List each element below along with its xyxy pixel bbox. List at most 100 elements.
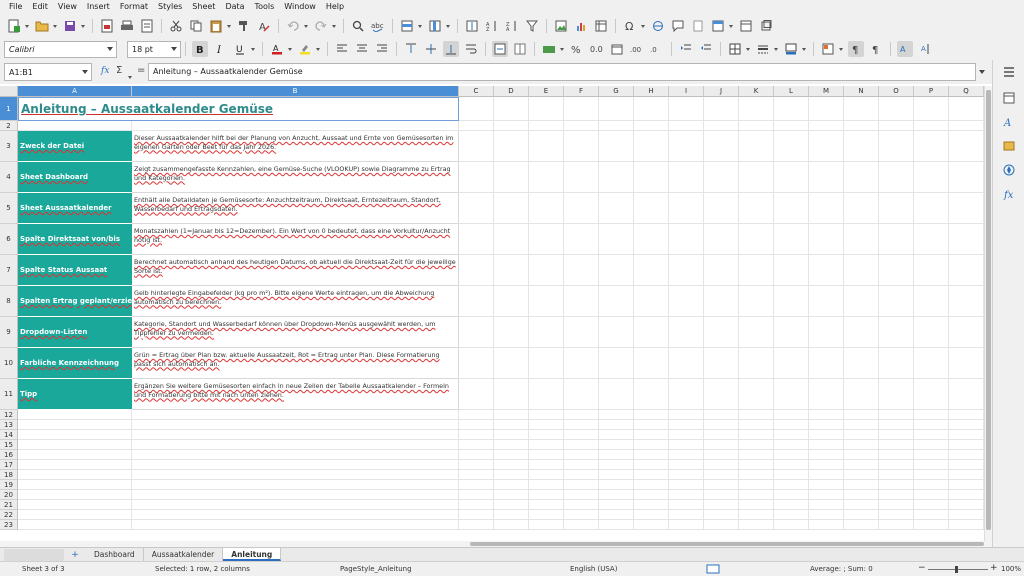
print-icon[interactable] bbox=[119, 18, 135, 34]
date-format-icon[interactable] bbox=[609, 41, 625, 57]
expand-formula-icon[interactable] bbox=[978, 68, 986, 76]
zoom-slider[interactable] bbox=[928, 569, 988, 570]
description-cell[interactable]: Grün = Ertrag über Plan bzw. aktuelle Au… bbox=[132, 348, 459, 379]
underline-icon[interactable]: U bbox=[232, 41, 248, 57]
horizontal-scroll-thumb[interactable] bbox=[470, 542, 984, 546]
column-header-a[interactable]: A bbox=[18, 86, 132, 97]
highlighting-color-icon[interactable] bbox=[297, 41, 313, 57]
highlighting-dropdown[interactable] bbox=[315, 41, 321, 57]
insert-image-icon[interactable] bbox=[553, 18, 569, 34]
properties-icon[interactable] bbox=[1001, 90, 1017, 106]
styles-icon[interactable]: A bbox=[1001, 114, 1017, 130]
hyperlink-icon[interactable] bbox=[650, 18, 666, 34]
column-header-q[interactable]: Q bbox=[949, 86, 984, 97]
align-right-icon[interactable] bbox=[374, 41, 390, 57]
row-header-14[interactable]: 14 bbox=[0, 430, 18, 440]
row-header-9[interactable]: 9 bbox=[0, 317, 18, 348]
new-dropdown[interactable] bbox=[24, 18, 30, 34]
insert-chart-icon[interactable] bbox=[573, 18, 589, 34]
comment-icon[interactable] bbox=[670, 18, 686, 34]
unmerge-icon[interactable] bbox=[512, 41, 528, 57]
row-header-2[interactable]: 2 bbox=[0, 121, 18, 131]
label-cell[interactable]: Sheet Dashboard bbox=[18, 162, 132, 193]
border-style-dropdown[interactable] bbox=[773, 41, 779, 57]
row-header-15[interactable]: 15 bbox=[0, 440, 18, 450]
row-header-21[interactable]: 21 bbox=[0, 500, 18, 510]
borders-dropdown[interactable] bbox=[745, 41, 751, 57]
conditional-format-icon[interactable] bbox=[820, 41, 836, 57]
label-cell[interactable]: Tipp bbox=[18, 379, 132, 410]
align-top-icon[interactable] bbox=[403, 41, 419, 57]
bold-icon[interactable]: B bbox=[192, 41, 208, 57]
label-cell[interactable]: Sheet Aussaatkalender bbox=[18, 193, 132, 224]
row-header-20[interactable]: 20 bbox=[0, 490, 18, 500]
cut-icon[interactable] bbox=[168, 18, 184, 34]
menu-help[interactable]: Help bbox=[321, 0, 349, 14]
description-cell[interactable]: Gelb hinterlegte Eingabefelder (kg pro m… bbox=[132, 286, 459, 317]
column-header-f[interactable]: F bbox=[564, 86, 599, 97]
left-to-right-icon[interactable]: ¶ bbox=[848, 41, 864, 57]
column-header-b[interactable]: B bbox=[132, 86, 459, 97]
align-center-icon[interactable] bbox=[354, 41, 370, 57]
column-header-e[interactable]: E bbox=[529, 86, 564, 97]
formula-input[interactable]: Anleitung – Aussaatkalender Gemüse bbox=[148, 63, 976, 81]
select-all-corner[interactable] bbox=[0, 86, 18, 97]
redo-dropdown[interactable] bbox=[331, 18, 337, 34]
equals-icon[interactable]: = bbox=[137, 65, 145, 76]
menu-file[interactable]: File bbox=[4, 0, 27, 14]
label-cell[interactable]: Spalte Status Aussaat bbox=[18, 255, 132, 286]
font-name-box[interactable]: Calibri bbox=[4, 40, 117, 58]
right-to-left-icon[interactable]: ¶ bbox=[868, 41, 884, 57]
description-cell[interactable]: Dieser Aussaatkalender hilft bei der Pla… bbox=[132, 131, 459, 162]
percent-format-icon[interactable]: % bbox=[569, 41, 585, 57]
menu-insert[interactable]: Insert bbox=[82, 0, 115, 14]
column-header-l[interactable]: L bbox=[774, 86, 809, 97]
label-cell[interactable]: Spalte Direktsaat von/bis bbox=[18, 224, 132, 255]
gallery-icon[interactable] bbox=[1001, 138, 1017, 154]
column-header-p[interactable]: P bbox=[914, 86, 949, 97]
autofilter-icon[interactable] bbox=[524, 18, 540, 34]
chevron-down-icon[interactable] bbox=[78, 64, 91, 79]
zoom-out-icon[interactable]: − bbox=[918, 563, 926, 573]
save-icon[interactable] bbox=[62, 18, 78, 34]
column-header-i[interactable]: I bbox=[669, 86, 704, 97]
row-header-13[interactable]: 13 bbox=[0, 420, 18, 430]
function-wizard-icon[interactable]: fx bbox=[101, 66, 109, 76]
tab-aussaatkalender[interactable]: Aussaatkalender bbox=[144, 548, 224, 561]
clear-formatting-icon[interactable]: A bbox=[256, 18, 272, 34]
paste-dropdown[interactable] bbox=[226, 18, 232, 34]
sum-dropdown[interactable] bbox=[127, 69, 133, 85]
row-header-10[interactable]: 10 bbox=[0, 348, 18, 379]
sort-ascending-icon[interactable]: AZ bbox=[484, 18, 500, 34]
add-decimal-icon[interactable]: .00 bbox=[629, 41, 645, 57]
menu-format[interactable]: Format bbox=[115, 0, 153, 14]
vertical-scroll-thumb[interactable] bbox=[986, 90, 991, 530]
vertical-scrollbar[interactable] bbox=[984, 86, 992, 541]
pivot-table-icon[interactable] bbox=[593, 18, 609, 34]
open-folder-icon[interactable] bbox=[34, 18, 50, 34]
menu-window[interactable]: Window bbox=[279, 0, 321, 14]
special-character-icon[interactable]: Ω bbox=[622, 18, 638, 34]
border-color-dropdown[interactable] bbox=[801, 41, 807, 57]
selection-mode-icon[interactable] bbox=[706, 564, 720, 576]
define-print-area-icon[interactable] bbox=[710, 18, 726, 34]
paste-icon[interactable] bbox=[208, 18, 224, 34]
center-vertically-icon[interactable] bbox=[423, 41, 439, 57]
column-dropdown[interactable] bbox=[445, 18, 451, 34]
undo-dropdown[interactable] bbox=[303, 18, 309, 34]
description-cell[interactable]: Monatszahlen (1=Januar bis 12=Dezember).… bbox=[132, 224, 459, 255]
menu-sheet[interactable]: Sheet bbox=[187, 0, 220, 14]
tab-anleitung[interactable]: Anleitung bbox=[223, 548, 282, 561]
menu-data[interactable]: Data bbox=[220, 0, 249, 14]
column-header-m[interactable]: M bbox=[809, 86, 844, 97]
row-header-16[interactable]: 16 bbox=[0, 450, 18, 460]
border-style-icon[interactable] bbox=[755, 41, 771, 57]
decrease-indent-icon[interactable] bbox=[698, 41, 714, 57]
save-dropdown[interactable] bbox=[80, 18, 86, 34]
spelling-icon[interactable]: abc bbox=[370, 18, 386, 34]
add-sheet-icon[interactable]: + bbox=[70, 550, 80, 560]
clone-formatting-icon[interactable] bbox=[236, 18, 252, 34]
increase-indent-icon[interactable] bbox=[678, 41, 694, 57]
row-dropdown[interactable] bbox=[417, 18, 423, 34]
print-preview-icon[interactable] bbox=[139, 18, 155, 34]
